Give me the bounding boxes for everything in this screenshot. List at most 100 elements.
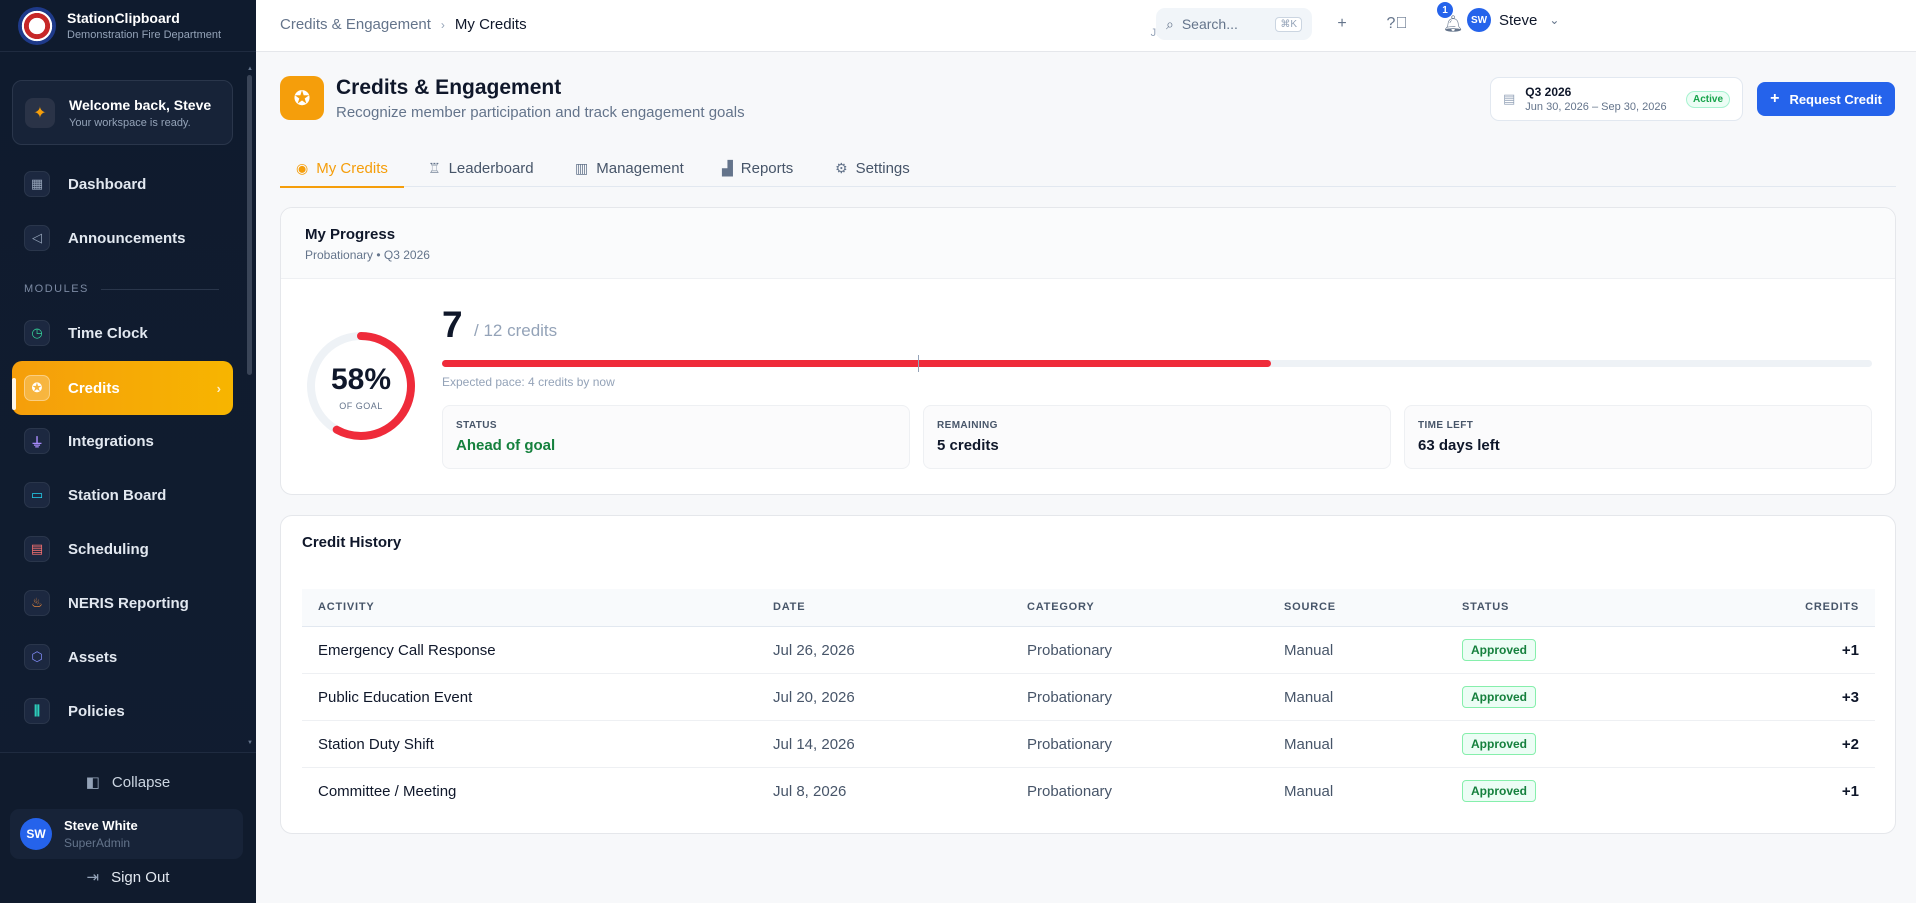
help-icon[interactable]: ?⃝ [1386,13,1408,35]
stat-value: Ahead of goal [456,437,556,454]
chevron-right-icon: › [216,380,221,396]
credit-history-table: ACTIVITY DATE CATEGORY SOURCE STATUS CRE… [302,589,1875,815]
sign-out-button[interactable]: ⇥ Sign Out [0,868,256,887]
tab-reports[interactable]: ▟ Reports [722,150,793,187]
panel-left-icon: ◧ [85,774,100,791]
date-cell: Jul 14, 2026 [773,736,855,753]
welcome-card: ✦ Welcome back, Steve Your workspace is … [12,80,233,145]
avatar: SW [20,818,52,850]
library-icon: ⫼ [24,698,50,724]
sidebar-footer: ◧ Collapse SW Steve White SuperAdmin ⇥ S… [0,752,256,903]
chevron-right-icon: › [440,17,445,32]
category-cell: Probationary [1027,736,1113,753]
tab-my-credits[interactable]: ◉ My Credits [280,150,404,188]
sidebar-item-label: NERIS Reporting [68,594,189,612]
user-role: SuperAdmin [64,836,131,850]
category-cell: Probationary [1027,642,1113,659]
stat-value: 5 credits [937,437,999,454]
sidebar-item-announcements[interactable]: ◁ Announcements [12,213,233,263]
tab-label: Settings [855,160,910,177]
status-badge: Approved [1462,639,1537,661]
monitor-icon: ▭ [24,482,50,508]
credit-history-card: Credit History ACTIVITY DATE CATEGORY SO… [280,515,1896,834]
clipboard-icon: ▥ [575,160,589,176]
table-row[interactable]: Committee / Meeting Jul 8, 2026 Probatio… [302,768,1875,815]
credits-cell: +3 [1841,689,1859,706]
sidebar-item-neris-reporting[interactable]: ♨ NERIS Reporting [12,578,233,628]
welcome-title: Welcome back, Steve [69,96,212,113]
table-header: ACTIVITY DATE CATEGORY SOURCE STATUS CRE… [302,589,1875,627]
tab-management[interactable]: ▥ Management [575,150,684,187]
sidebar-item-time-clock[interactable]: ◷ Time Clock [12,308,233,358]
award-icon: ✪ [24,375,50,401]
department-name: Demonstration Fire Department [67,29,222,41]
app-name: StationClipboard [67,10,180,26]
column-header[interactable]: STATUS [1462,601,1509,613]
period-name: Q3 2026 [1525,85,1572,99]
sign-out-label: Sign Out [111,868,170,886]
credits-cell: +1 [1841,642,1859,659]
column-header[interactable]: SOURCE [1284,601,1336,613]
sidebar-item-integrations[interactable]: ⏚ Integrations [12,416,233,466]
category-cell: Probationary [1027,689,1113,706]
sidebar-item-station-board[interactable]: ▭ Station Board [12,470,233,520]
column-header[interactable]: CREDITS [1805,601,1859,613]
source-cell: Manual [1284,736,1334,753]
tab-label: Management [596,160,684,177]
collapse-button[interactable]: ◧ Collapse [0,773,256,792]
date-cell: Jul 20, 2026 [773,689,855,706]
tab-label: Reports [740,160,794,177]
activity-cell: Committee / Meeting [318,783,457,800]
scroll-up-arrow[interactable]: ▲ [247,66,253,72]
tab-bar: ◉ My Credits ♖ Leaderboard ▥ Management … [280,150,1896,188]
gear-icon: ⚙ [835,160,848,176]
stat-status: STATUS Ahead of goal [442,405,910,469]
sidebar-item-credits[interactable]: ✪ Credits › [12,361,233,415]
source-cell: Manual [1284,783,1334,800]
credits-cell: +1 [1841,783,1859,800]
search-input[interactable]: ⌕ Search... ⌘K [1156,8,1312,40]
sidebar-item-scheduling[interactable]: ▤ Scheduling [12,524,233,574]
plus-icon[interactable]: + [1331,13,1353,35]
activity-cell: Public Education Event [318,689,473,706]
plug-icon: ⏚ [24,428,50,454]
table-row[interactable]: Emergency Call Response Jul 26, 2026 Pro… [302,627,1875,674]
tab-settings[interactable]: ⚙ Settings [835,150,910,187]
tab-label: Leaderboard [448,160,534,177]
tab-leaderboard[interactable]: ♖ Leaderboard [428,150,534,187]
sidebar-item-assets[interactable]: ⬡ Assets [12,632,233,682]
brand[interactable]: StationClipboard Demonstration Fire Depa… [0,0,256,52]
avatar: SW [1467,8,1491,32]
search-placeholder: Search... [1181,16,1238,32]
stat-label: REMAINING [937,420,998,431]
sidebar-item-dashboard[interactable]: ▦ Dashboard [12,159,233,209]
sparkle-icon: ✦ [25,97,55,128]
megaphone-icon: ◁ [24,225,50,251]
table-row[interactable]: Public Education Event Jul 20, 2026 Prob… [302,674,1875,721]
breadcrumb-current: My Credits [454,16,527,33]
request-credit-button[interactable]: + Request Credit [1757,82,1895,116]
sidebar-item-label: Credits [68,379,120,397]
activity-cell: Station Duty Shift [318,736,434,753]
column-header[interactable]: ACTIVITY [318,601,375,613]
log-out-icon: ⇥ [86,869,100,886]
table-row[interactable]: Station Duty Shift Jul 14, 2026 Probatio… [302,721,1875,768]
topbar: Credits & Engagement › My Credits 1:07 A… [256,0,1916,52]
stat-label: TIME LEFT [1418,420,1474,431]
status-badge: Approved [1462,686,1537,708]
scroll-down-arrow[interactable]: ▼ [247,740,253,746]
status-badge: Approved [1462,780,1537,802]
collapse-label: Collapse [111,773,171,791]
breadcrumb-parent[interactable]: Credits & Engagement [280,16,431,33]
column-header[interactable]: CATEGORY [1027,601,1095,613]
period-selector[interactable]: ▤ Q3 2026 Jun 30, 2026 – Sep 30, 2026 Ac… [1490,77,1743,121]
sidebar-item-policies[interactable]: ⫼ Policies [12,686,233,736]
chevron-down-icon: ⌄ [1549,13,1560,27]
sidebar-item-label: Policies [68,702,125,720]
column-header[interactable]: DATE [773,601,805,613]
date-cell: Jul 26, 2026 [773,642,855,659]
user-menu[interactable]: SW Steve ⌄ [1467,8,1559,32]
status-badge: Active [1685,90,1730,108]
sidebar-scrollbar[interactable] [247,75,252,375]
user-card[interactable]: SW Steve White SuperAdmin [10,809,243,859]
